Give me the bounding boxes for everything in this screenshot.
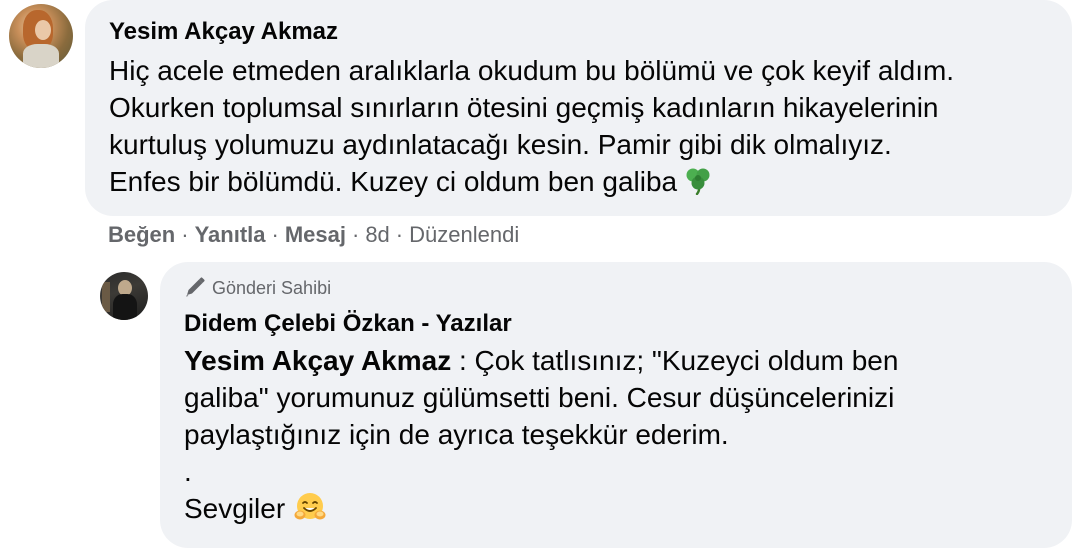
separator: · (351, 222, 360, 247)
separator: · (181, 222, 189, 247)
reply-closing-line: Sevgiler (184, 490, 898, 527)
avatar-shirt (23, 44, 59, 68)
avatar-background (102, 282, 110, 312)
comment-author[interactable]: Yesim Akçay Akmaz (109, 18, 338, 46)
comment-actions: Beğen · Yanıtla · Mesaj · 8d · Düzenlendi (108, 222, 519, 248)
separator: · (271, 222, 279, 247)
hugging-face-icon (293, 490, 327, 524)
reply-body: Yesim Akçay Akmaz : Çok tatlısınız; "Kuz… (184, 342, 898, 527)
comment-last-line: Enfes bir bölümdü. Kuzey ci oldum ben ga… (109, 163, 954, 200)
mention-link[interactable]: Yesim Akçay Akmaz (184, 345, 451, 376)
comment-body: Hiç acele etmeden aralıklarla okudum bu … (109, 52, 954, 200)
message-button[interactable]: Mesaj (285, 222, 346, 247)
reply-closing: Sevgiler (184, 493, 286, 524)
reply-line: : Çok tatlısınız; "Kuzeyci oldum ben (451, 345, 899, 376)
reply-author[interactable]: Didem Çelebi Özkan - Yazılar (184, 310, 512, 338)
reply-bubble: Gönderi Sahibi Didem Çelebi Özkan - Yazı… (160, 262, 1072, 548)
comment-line: kurtuluş yolumuzu aydınlatacağı kesin. P… (109, 129, 892, 160)
reply-first-line: Yesim Akçay Akmaz : Çok tatlısınız; "Kuz… (184, 342, 898, 379)
reply-button[interactable]: Yanıtla (195, 222, 266, 247)
avatar-body (113, 294, 137, 320)
comment-bubble: Yesim Akçay Akmaz Hiç acele etmeden aral… (85, 0, 1072, 216)
author-badge: Gönderi Sahibi (184, 276, 331, 299)
comment-line: Okurken toplumsal sınırların ötesini geç… (109, 92, 939, 123)
reply-avatar[interactable] (100, 272, 148, 320)
pencil-icon (184, 276, 206, 298)
separator: · (395, 222, 404, 247)
comment-thread: Yesim Akçay Akmaz Hiç acele etmeden aral… (0, 0, 1078, 554)
shamrock-icon (683, 165, 713, 196)
like-button[interactable]: Beğen (108, 222, 175, 247)
comment-timestamp[interactable]: 8d (365, 222, 389, 247)
edited-label[interactable]: Düzenlendi (409, 222, 519, 247)
avatar[interactable] (9, 4, 73, 68)
avatar-face (35, 20, 51, 40)
reply-line: . (184, 456, 192, 487)
reply-line: paylaştığınız için de ayrıca teşekkür ed… (184, 419, 729, 450)
badge-label: Gönderi Sahibi (212, 278, 332, 298)
comment-line: Hiç acele etmeden aralıklarla okudum bu … (109, 55, 955, 86)
comment-line: Enfes bir bölümdü. Kuzey ci oldum ben ga… (109, 166, 678, 197)
reply-line: galiba" yorumunuz gülümsetti beni. Cesur… (184, 382, 895, 413)
